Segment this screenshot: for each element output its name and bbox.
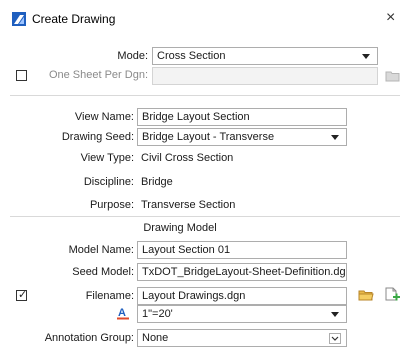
chevron-down-icon	[329, 333, 341, 344]
new-file-plus-icon[interactable]	[384, 287, 400, 303]
annotation-scale-value: 1"=20'	[142, 308, 173, 320]
mode-label: Mode:	[117, 50, 148, 62]
annotation-group-label: Annotation Group:	[44, 332, 134, 344]
chevron-down-icon	[331, 312, 339, 317]
purpose-label: Purpose:	[89, 199, 134, 211]
chevron-down-icon	[362, 54, 370, 59]
folder-icon	[385, 70, 401, 82]
chevron-down-icon	[331, 135, 339, 140]
view-type-value: Civil Cross Section	[141, 152, 234, 164]
annotation-scale-dropdown[interactable]: 1"=20'	[137, 305, 347, 323]
discipline-label: Discipline:	[83, 176, 134, 188]
one-sheet-label: One Sheet Per Dgn:	[48, 69, 148, 81]
divider	[10, 216, 400, 217]
divider	[10, 95, 400, 96]
model-name-label: Model Name:	[68, 244, 134, 256]
one-sheet-checkbox[interactable]	[16, 70, 27, 81]
drawing-seed-dropdown[interactable]: Bridge Layout - Transverse	[137, 128, 347, 146]
view-name-input[interactable]: Bridge Layout Section	[137, 108, 347, 126]
drawing-model-title: Drawing Model	[143, 222, 217, 234]
view-name-label: View Name:	[74, 111, 134, 123]
folder-icon[interactable]	[358, 288, 374, 302]
discipline-value: Bridge	[141, 176, 173, 188]
seed-model-label: Seed Model:	[72, 266, 134, 278]
window-title: Create Drawing	[32, 12, 116, 26]
annotation-group-value: None	[142, 332, 169, 344]
purpose-value: Transverse Section	[141, 199, 236, 211]
annotation-group-dropdown[interactable]: None	[137, 329, 347, 347]
drawing-seed-label: Drawing Seed:	[61, 131, 134, 143]
close-icon[interactable]: ×	[386, 9, 395, 27]
filename-input[interactable]: Layout Drawings.dgn	[137, 287, 347, 305]
one-sheet-field	[152, 67, 378, 85]
view-type-label: View Type:	[80, 152, 134, 164]
filename-label: Filename:	[85, 290, 134, 302]
annotation-scale-icon: A	[116, 306, 130, 320]
seed-model-input[interactable]: TxDOT_BridgeLayout-Sheet-Definition.dgnl…	[137, 263, 347, 281]
mode-dropdown[interactable]: Cross Section	[152, 47, 378, 65]
mode-value: Cross Section	[157, 50, 226, 62]
model-name-input[interactable]: Layout Section 01	[137, 241, 347, 259]
svg-text:A: A	[118, 307, 126, 319]
app-icon	[12, 12, 26, 26]
drawing-seed-value: Bridge Layout - Transverse	[142, 131, 275, 143]
